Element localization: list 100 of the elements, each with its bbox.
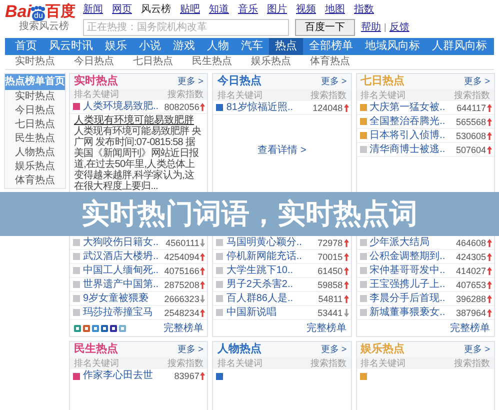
top-nav-link[interactable]: 指数 — [354, 4, 374, 16]
main-nav-tab[interactable]: 热点 — [269, 38, 303, 55]
card-title: 娱乐热点 — [360, 343, 405, 356]
keyword-link[interactable]: 少年派大结局 — [370, 236, 430, 248]
top-nav-link[interactable]: 视频 — [296, 4, 316, 16]
keyword-link[interactable]: 李晨分手后首现.. — [370, 292, 446, 304]
search-index: 464608 — [456, 236, 486, 248]
search-index: 4075166 — [164, 264, 200, 276]
column-header: 搜索指数 — [167, 358, 204, 368]
search-index: 424305 — [456, 250, 486, 262]
sidebar-item[interactable]: 人物热点 — [5, 146, 65, 160]
main-nav-tab[interactable]: 风云时讯 — [43, 38, 99, 55]
keyword-link[interactable]: 中国工人缅甸死.. — [83, 264, 159, 276]
keyword-link[interactable]: 大庆第一猛女被.. — [370, 102, 446, 114]
column-header: 排名 — [360, 358, 379, 368]
top-nav-link[interactable]: 新闻 — [83, 4, 103, 16]
view-details-link[interactable]: 查看详情 > — [258, 143, 306, 158]
full-list-link[interactable]: 完整榜单 — [163, 320, 204, 336]
keyword-link[interactable]: 百人群86人是.. — [226, 292, 294, 304]
search-index: 530608 — [456, 130, 486, 142]
search-button[interactable]: 百度一下 — [295, 19, 355, 36]
sidebar-item[interactable]: 今日热点 — [5, 104, 65, 118]
keyword-link[interactable]: 玛莎拉蒂撞宝马 — [83, 306, 153, 318]
keyword-link[interactable]: 清华商博士被逃.. — [370, 144, 446, 156]
keyword-link[interactable]: 9岁女童被猥亵 — [83, 292, 149, 304]
sub-nav-link[interactable]: 七日热点 — [133, 56, 173, 68]
top-nav-link[interactable]: 图片 — [267, 4, 287, 16]
column-header: 排名 — [217, 358, 236, 368]
sidebar-item[interactable]: 民生热点 — [5, 132, 65, 146]
column-header: 搜索指数 — [454, 90, 490, 100]
sub-nav-link[interactable]: 体育热点 — [310, 56, 350, 68]
keyword-link[interactable]: 公积金调整期到.. — [370, 250, 446, 262]
main-nav-tab[interactable]: 游戏 — [167, 38, 201, 55]
separator-text: | — [384, 20, 386, 34]
keyword-link[interactable]: 中国新说唱 — [226, 306, 276, 318]
sub-nav-link[interactable]: 民生热点 — [192, 56, 232, 68]
top-nav-link[interactable]: 音乐 — [238, 4, 258, 16]
main-nav-tab[interactable]: 全部榜单 — [303, 38, 359, 55]
column-header: 搜索指数 — [167, 88, 204, 100]
column-header: 搜索指数 — [454, 358, 490, 368]
keyword-link[interactable]: 停机新网能充话.. — [226, 250, 302, 262]
search-index: 8082056 — [164, 100, 200, 113]
news-headline-link[interactable]: 人类现有环境可能易致肥胖 — [74, 115, 204, 126]
sub-nav-link[interactable]: 今日热点 — [74, 56, 114, 68]
main-nav-tab[interactable]: 人物 — [201, 38, 235, 55]
full-list-link[interactable]: 完整榜单 — [450, 320, 490, 336]
search-index: 59858 — [318, 278, 343, 290]
more-link[interactable]: 更多 > — [320, 342, 347, 356]
card-title: 今日热点 — [217, 75, 262, 88]
keyword-link[interactable]: 王宝强携儿子上.. — [370, 278, 446, 290]
keyword-link[interactable]: 世界遗产中国第.. — [83, 278, 159, 290]
search-index: 2875208 — [164, 278, 200, 290]
sidebar-item[interactable]: 实时热点 — [5, 90, 65, 104]
keyword-link[interactable]: 大狗咬伤日籍女.. — [83, 236, 159, 248]
full-list-link[interactable]: 完整榜单 — [306, 320, 347, 336]
search-index: 414027 — [456, 264, 486, 276]
column-header: 关键词 — [235, 358, 264, 368]
more-link[interactable]: 更多 > — [178, 74, 204, 88]
more-link[interactable]: 更多 > — [464, 342, 490, 356]
sub-nav-link[interactable]: 实时热点 — [15, 56, 55, 68]
sidebar-item[interactable]: 娱乐热点 — [5, 160, 65, 174]
search-field[interactable]: 正在热搜：国务院机构改革 — [83, 19, 289, 36]
keyword-link[interactable]: 马国明黄心颖分.. — [226, 236, 302, 248]
main-nav-tab[interactable]: 汽车 — [235, 38, 269, 55]
keyword-link[interactable]: 大学生跳下10.. — [226, 264, 294, 276]
keyword-link[interactable]: 全国整治吞腾光.. — [370, 116, 446, 128]
search-index: 124048 — [312, 102, 343, 114]
main-nav-tab[interactable]: 地域风向标 — [359, 38, 426, 55]
keyword-link[interactable]: 新城董事猥亵女.. — [370, 306, 446, 318]
keyword-link[interactable]: 武汉酒店大楼坍.. — [83, 250, 159, 262]
help-link[interactable]: 帮助 — [361, 20, 381, 35]
feedback-link[interactable]: 反馈 — [389, 20, 410, 35]
search-index: 2548234 — [164, 306, 200, 318]
main-nav-tab[interactable]: 娱乐 — [99, 38, 133, 55]
card-title: 民生热点 — [74, 343, 118, 356]
more-link[interactable]: 更多 > — [320, 74, 347, 88]
search-index: 396288 — [456, 292, 486, 304]
main-nav-tab[interactable]: 首页 — [9, 38, 43, 55]
sidebar-item[interactable]: 体育热点 — [5, 174, 65, 188]
sub-nav-link[interactable]: 娱乐热点 — [251, 56, 291, 68]
main-nav-tab[interactable]: 小说 — [133, 38, 167, 55]
keyword-link[interactable]: 宋仲基哥哥发中.. — [370, 264, 446, 276]
top-nav-link[interactable]: 地图 — [325, 4, 345, 16]
keyword-link[interactable]: 日本将引入侦博.. — [370, 130, 446, 142]
top-nav-link[interactable]: 网页 — [112, 4, 132, 16]
more-link[interactable]: 更多 > — [464, 74, 490, 88]
top-nav-link[interactable]: 风云榜 — [141, 4, 171, 16]
search-index: 407653 — [456, 278, 486, 290]
sidebar-item[interactable]: 七日热点 — [5, 118, 65, 132]
paw-toes-icon — [31, 6, 46, 11]
keyword-link[interactable]: 作家李心田去世 — [83, 370, 153, 382]
keyword-link[interactable]: 81岁惊福近照.. — [226, 102, 294, 114]
keyword-link[interactable]: 男子2天杀害2.. — [226, 278, 294, 290]
more-link[interactable]: 更多 > — [178, 342, 204, 356]
main-nav-tab[interactable]: 人群风向标 — [426, 38, 493, 55]
top-nav-link[interactable]: 知道 — [209, 4, 229, 16]
keyword-link[interactable]: 人类环境易致肥.. — [83, 100, 159, 113]
logo-mark: du — [32, 11, 45, 21]
search-index: 61450 — [318, 264, 343, 276]
top-nav-link[interactable]: 贴吧 — [180, 4, 200, 16]
